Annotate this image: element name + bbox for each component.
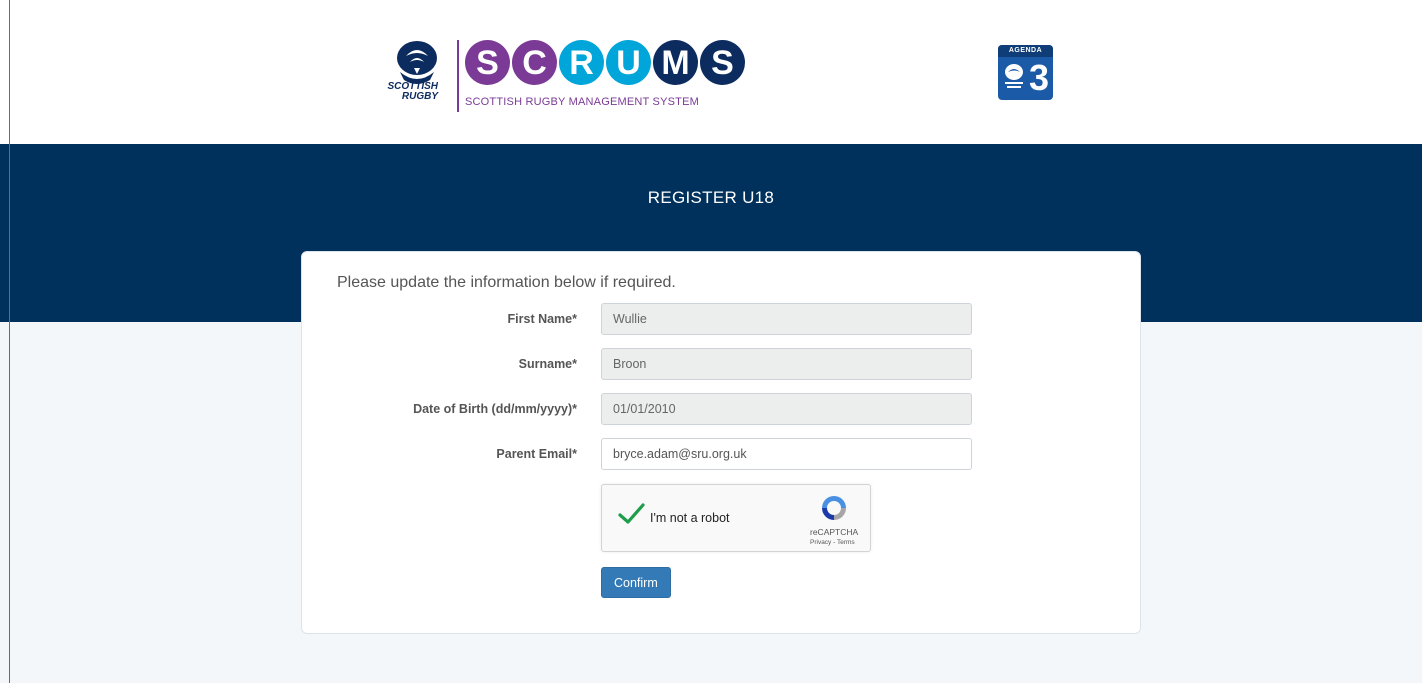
scrums-logo-letter: S — [700, 40, 745, 85]
site-header: SCOTTISH RUGBY SCRUMS SCOTTISH RUGBY MAN… — [0, 0, 1422, 144]
page-title: REGISTER U18 — [647, 188, 775, 207]
recaptcha-privacy-terms-link[interactable]: Privacy - Terms — [810, 539, 855, 546]
agenda-label: AGENDA — [998, 45, 1053, 57]
thistle-crest-icon — [397, 41, 437, 84]
agenda-3-badge: AGENDA 3 — [998, 45, 1053, 100]
agenda-number: 3 — [1028, 57, 1049, 98]
left-border — [9, 0, 10, 683]
date-of-birth-field[interactable] — [601, 393, 972, 425]
surname-label: Surname* — [518, 357, 577, 371]
scrums-logo-letter: U — [606, 40, 651, 85]
form-row-dob: Date of Birth (dd/mm/yyyy)* — [302, 393, 1142, 425]
scrums-logo-letter: S — [465, 40, 510, 85]
scrums-logo-letter: C — [512, 40, 557, 85]
checkmark-icon[interactable] — [616, 499, 646, 529]
recaptcha-label: I'm not a robot — [650, 511, 730, 525]
scrums-logo-letter: R — [559, 40, 604, 85]
surname-field[interactable] — [601, 348, 972, 380]
scrums-subtitle: SCOTTISH RUGBY MANAGEMENT SYSTEM — [465, 96, 699, 108]
parent-email-label: Parent Email* — [496, 447, 577, 461]
recaptcha-brand: reCAPTCHA — [810, 527, 859, 537]
parent-email-field[interactable] — [601, 438, 972, 470]
form-intro: Please update the information below if r… — [337, 274, 676, 291]
registration-form-card: Please update the information below if r… — [301, 251, 1141, 634]
form-row-parent-email: Parent Email* — [302, 438, 1142, 470]
confirm-button[interactable]: Confirm — [601, 567, 671, 598]
scottish-rugby-wordmark: SCOTTISH RUGBY — [387, 81, 438, 102]
recaptcha-widget[interactable]: I'm not a robot reCAPTCHA Privacy - Term… — [601, 484, 871, 552]
scrums-logo-letter: M — [653, 40, 698, 85]
first-name-label: First Name* — [507, 312, 577, 326]
date-of-birth-label: Date of Birth (dd/mm/yyyy)* — [413, 402, 577, 416]
recaptcha-logo-icon — [822, 496, 846, 520]
form-row-surname: Surname* — [302, 348, 1142, 380]
thistle-crest-icon — [1005, 64, 1023, 88]
first-name-field[interactable] — [601, 303, 972, 335]
form-row-first-name: First Name* — [302, 303, 1142, 335]
logo-divider — [457, 40, 459, 112]
scrums-logo: SCRUMS — [465, 40, 745, 94]
